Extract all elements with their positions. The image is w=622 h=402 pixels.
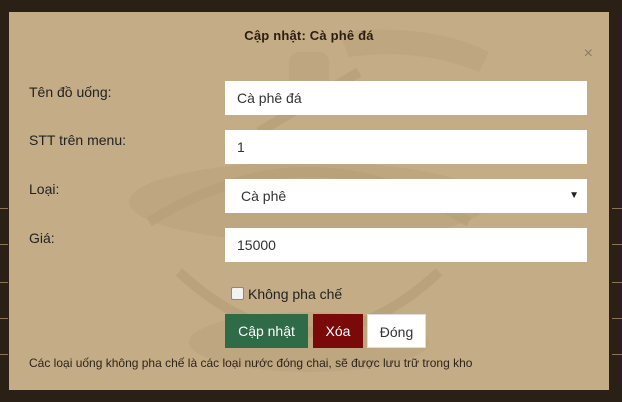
bg-divider xyxy=(0,282,8,283)
menu-order-input[interactable]: 1 xyxy=(225,130,587,164)
no-prep-checkbox-row: Không pha chế xyxy=(231,286,342,302)
update-drink-modal: Cập nhật: Cà phê đá × Tên đồ uống: Cà ph… xyxy=(9,12,609,390)
no-prep-checkbox[interactable] xyxy=(231,287,244,300)
type-label: Loại: xyxy=(29,181,60,197)
bg-divider xyxy=(612,208,622,209)
type-select[interactable]: Cà phê ▼ xyxy=(225,179,587,213)
bg-divider xyxy=(612,354,622,355)
update-button[interactable]: Cập nhật xyxy=(225,314,308,348)
bg-divider xyxy=(0,354,8,355)
bg-divider xyxy=(612,244,622,245)
delete-button[interactable]: Xóa xyxy=(313,314,363,348)
drink-name-label: Tên đồ uống: xyxy=(29,84,112,100)
no-prep-note: Các loại uống không pha chế là các loại … xyxy=(29,356,473,370)
close-button[interactable]: Đóng xyxy=(367,314,426,348)
price-label: Giá: xyxy=(29,230,55,246)
bg-divider xyxy=(0,318,8,319)
bg-divider xyxy=(0,208,8,209)
bg-divider xyxy=(612,318,622,319)
close-icon[interactable]: × xyxy=(584,46,593,62)
price-input[interactable]: 15000 xyxy=(225,228,587,262)
type-select-value: Cà phê xyxy=(241,188,287,204)
bg-divider xyxy=(612,282,622,283)
modal-title: Cập nhật: Cà phê đá xyxy=(244,28,374,43)
bg-divider xyxy=(0,244,8,245)
no-prep-label: Không pha chế xyxy=(248,286,343,302)
chevron-down-icon: ▼ xyxy=(569,190,579,201)
menu-order-label: STT trên menu: xyxy=(29,132,127,148)
drink-name-input[interactable]: Cà phê đá xyxy=(225,81,587,115)
